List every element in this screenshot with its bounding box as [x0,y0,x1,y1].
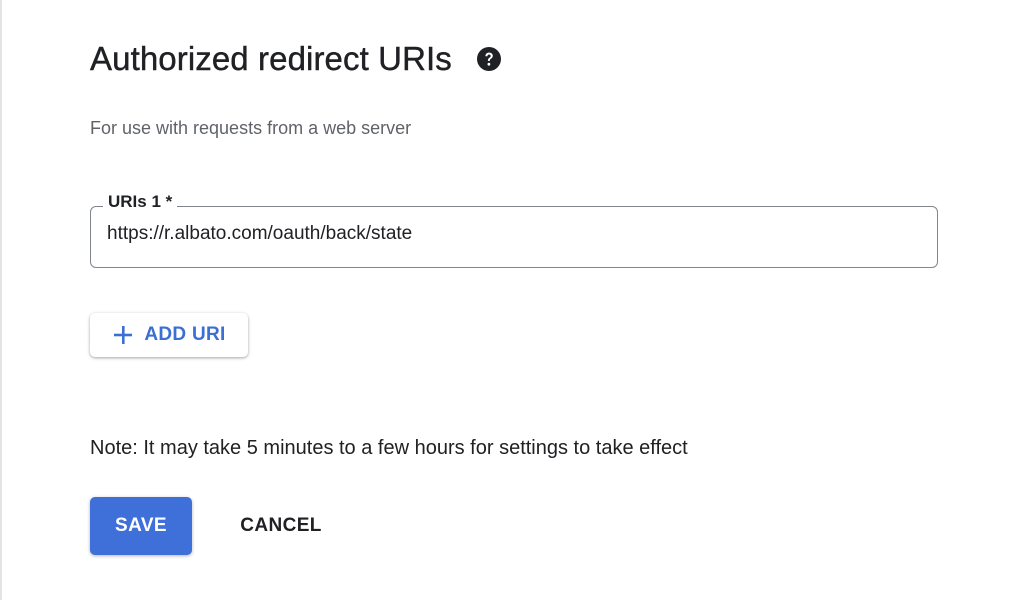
save-button[interactable]: SAVE [90,497,192,555]
left-divider [0,0,2,600]
plus-icon [112,324,134,346]
section-title: Authorized redirect URIs [90,40,452,77]
add-uri-button[interactable]: ADD URI [90,313,248,357]
uri-input[interactable] [107,223,917,245]
help-icon[interactable] [476,46,502,72]
section-header: Authorized redirect URIs [90,40,502,78]
page: Authorized redirect URIs For use with re… [0,0,1024,600]
uri-field[interactable]: URIs 1 * [90,192,938,268]
uri-field-label: URIs 1 * [103,192,178,212]
settings-note: Note: It may take 5 minutes to a few hou… [90,437,688,459]
cancel-button[interactable]: CANCEL [222,497,340,555]
section-subtitle: For use with requests from a web server [90,118,412,138]
add-uri-label: ADD URI [144,324,226,345]
